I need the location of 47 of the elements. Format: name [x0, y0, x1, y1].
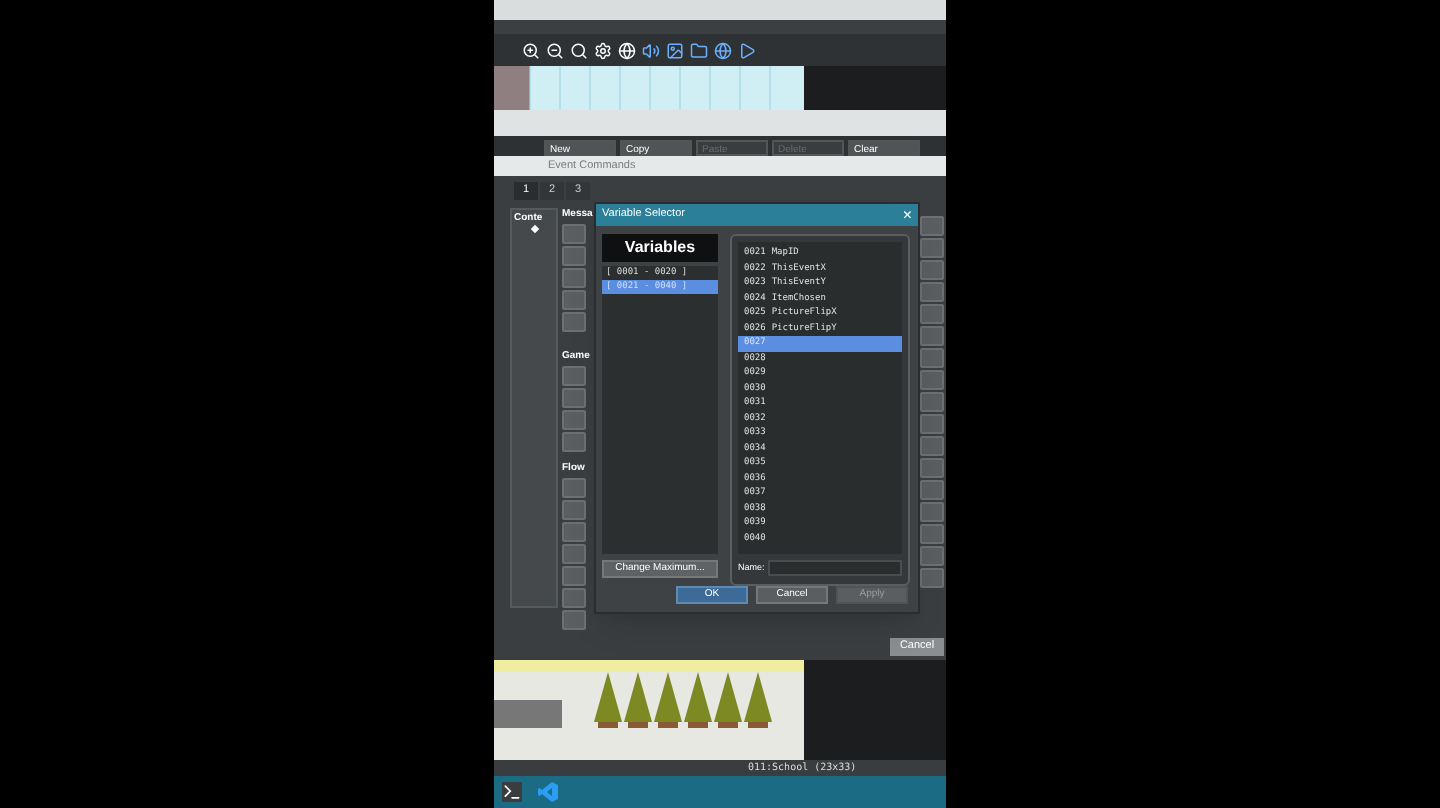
command-button[interactable]: [562, 544, 586, 564]
play-icon[interactable]: [738, 41, 756, 59]
command-button[interactable]: [920, 480, 944, 500]
command-button[interactable]: [562, 312, 586, 332]
command-button[interactable]: [920, 326, 944, 346]
command-button[interactable]: [920, 458, 944, 478]
command-button[interactable]: [562, 246, 586, 266]
command-button[interactable]: [562, 268, 586, 288]
variables-heading: Variables: [602, 234, 718, 262]
zoom-out-icon[interactable]: [546, 41, 564, 59]
command-button[interactable]: [920, 546, 944, 566]
command-button[interactable]: [562, 588, 586, 608]
search-icon[interactable]: [570, 41, 588, 59]
zoom-in-icon[interactable]: [522, 41, 540, 59]
command-button[interactable]: [562, 566, 586, 586]
command-button[interactable]: [920, 436, 944, 456]
folder-icon[interactable]: [690, 41, 708, 59]
command-button[interactable]: [920, 238, 944, 258]
command-button[interactable]: [562, 290, 586, 310]
command-button[interactable]: [920, 370, 944, 390]
command-button[interactable]: [920, 260, 944, 280]
command-button[interactable]: [562, 410, 586, 430]
terminal-icon[interactable]: [502, 782, 522, 802]
code-editor-icon[interactable]: [538, 782, 558, 802]
command-button[interactable]: [562, 224, 586, 244]
close-button[interactable]: ×: [902, 207, 912, 223]
command-button[interactable]: [562, 388, 586, 408]
command-button[interactable]: [920, 392, 944, 412]
command-button[interactable]: [920, 502, 944, 522]
command-button[interactable]: [920, 524, 944, 544]
command-button[interactable]: [920, 568, 944, 588]
globe-icon[interactable]: [714, 41, 732, 59]
command-button[interactable]: [920, 414, 944, 434]
name-field[interactable]: [768, 560, 902, 576]
image-icon[interactable]: [666, 41, 684, 59]
command-button[interactable]: [562, 500, 586, 520]
command-button[interactable]: [562, 366, 586, 386]
speaker-icon[interactable]: [642, 41, 660, 59]
command-button[interactable]: [562, 610, 586, 630]
command-button[interactable]: [562, 522, 586, 542]
command-button[interactable]: [562, 478, 586, 498]
settings-icon[interactable]: [594, 41, 612, 59]
command-button[interactable]: [920, 348, 944, 368]
command-button[interactable]: [920, 282, 944, 302]
command-button[interactable]: [920, 304, 944, 324]
command-button[interactable]: [562, 432, 586, 452]
command-button[interactable]: [920, 216, 944, 236]
